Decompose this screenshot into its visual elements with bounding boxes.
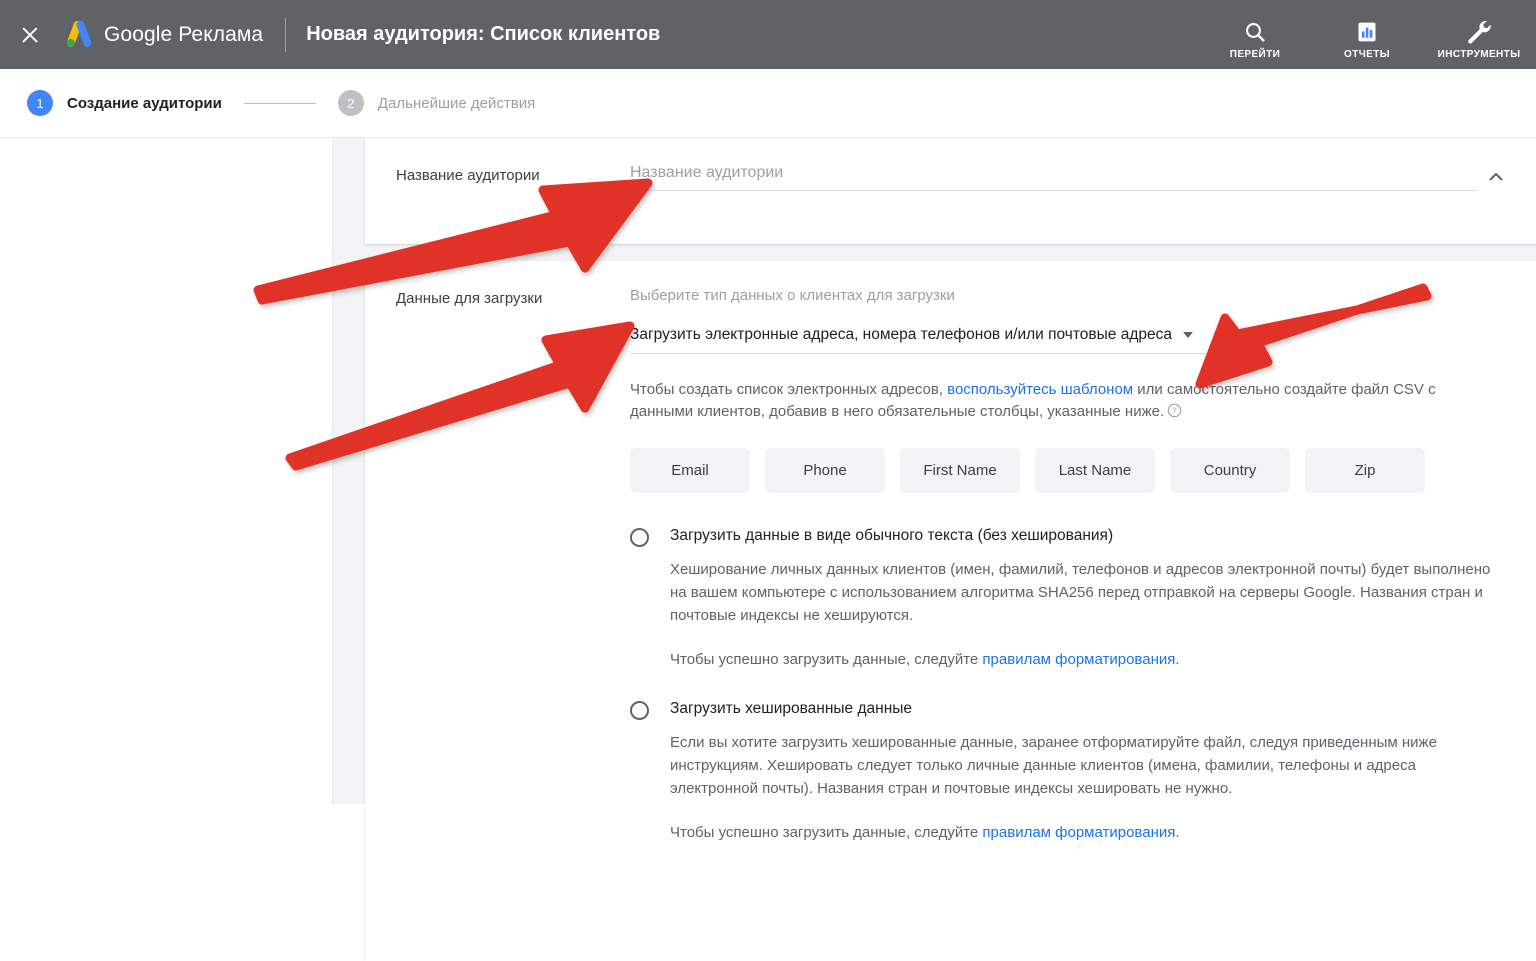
audience-name-input[interactable] <box>630 164 1477 191</box>
topbar-action-tools[interactable]: ИНСТРУМЕНТЫ <box>1437 9 1521 60</box>
formatting-rules-link[interactable]: правилам форматирования <box>982 651 1175 668</box>
header-divider <box>285 17 287 52</box>
footer-text-after: . <box>1175 651 1180 668</box>
top-app-bar: Google Реклама Новая аудитория: Список к… <box>0 0 1536 69</box>
close-icon[interactable] <box>18 23 42 47</box>
upload-format-radio-group: Загрузить данные в виде обычного текста … <box>630 527 1496 844</box>
footer-text-after: . <box>1175 824 1180 841</box>
step-number: 1 <box>27 90 53 116</box>
topbar-action-label: ИНСТРУМЕНТЫ <box>1437 49 1521 60</box>
radio-button-unchecked-icon[interactable] <box>630 701 649 720</box>
radio-option-description: Хеширование личных данных клиентов (имен… <box>670 561 1491 624</box>
topbar-action-search[interactable]: ПЕРЕЙТИ <box>1216 9 1294 60</box>
search-icon <box>1243 19 1267 45</box>
topbar-action-label: ПЕРЕЙТИ <box>1229 49 1281 60</box>
radio-option-plain-text: Загрузить данные в виде обычного текста … <box>630 527 1496 671</box>
form-cards: Название аудитории Данные для загрузки В… <box>365 138 1536 961</box>
audience-name-card: Название аудитории <box>365 138 1536 244</box>
radio-option-hashed: Загрузить хешированные данные Если вы хо… <box>630 700 1496 844</box>
brand-label: Google Реклама <box>104 22 264 46</box>
radio-option-footer: Чтобы успешно загрузить данные, следуйте… <box>670 648 1496 671</box>
left-rail <box>0 138 333 804</box>
brand: Google Реклама <box>64 20 264 49</box>
csv-column-chip[interactable]: Zip <box>1305 448 1425 493</box>
csv-column-chip[interactable]: Last Name <box>1035 448 1155 493</box>
topbar-actions: ПЕРЕЙТИ ОТЧЕТЫ ИНСТРУМЕНТЫ <box>1216 9 1536 60</box>
stepper-step-1[interactable]: 1 Создание аудитории <box>27 90 222 116</box>
radio-button-unchecked-icon[interactable] <box>630 528 649 547</box>
reports-bar-chart-icon <box>1355 19 1379 45</box>
data-type-select[interactable]: Загрузить электронные адреса, номера тел… <box>630 326 1255 354</box>
stepper-step-2[interactable]: 2 Дальнейшие действия <box>337 90 536 116</box>
upload-data-label: Данные для загрузки <box>396 290 543 307</box>
upload-data-card: Данные для загрузки Выберите тип данных … <box>365 261 1536 961</box>
stepper-connector <box>243 102 316 104</box>
google-ads-logo-icon <box>66 20 92 47</box>
upload-data-hint: Выберите тип данных о клиентах для загру… <box>630 287 955 304</box>
template-link[interactable]: воспользуйтесь шаблоном <box>947 381 1133 398</box>
wrench-tools-icon <box>1466 19 1492 45</box>
radio-option-description: Если вы хотите загрузить хешированные да… <box>670 734 1437 797</box>
chevron-up-icon[interactable] <box>1486 167 1506 187</box>
radio-option-title: Загрузить хешированные данные <box>670 700 913 717</box>
audience-name-label: Название аудитории <box>396 167 540 184</box>
step-number: 2 <box>337 90 364 116</box>
footer-text-before: Чтобы успешно загрузить данные, следуйте <box>670 651 983 668</box>
wizard-stepper: 1 Создание аудитории 2 Дальнейшие действ… <box>0 69 1536 138</box>
radio-option-hashed-body: Если вы хотите загрузить хешированные да… <box>670 731 1496 844</box>
formatting-rules-link[interactable]: правилам форматирования <box>982 824 1175 841</box>
footer-text-before: Чтобы успешно загрузить данные, следуйте <box>670 824 983 841</box>
csv-column-chip[interactable]: Phone <box>765 448 885 493</box>
csv-column-chips: Email Phone First Name Last Name Country… <box>630 448 1496 493</box>
template-description: Чтобы создать список электронных адресов… <box>630 379 1496 423</box>
help-question-icon[interactable]: ? <box>1167 403 1182 418</box>
caret-down-icon <box>1182 332 1193 338</box>
template-text-before: Чтобы создать список электронных адресов… <box>630 381 948 398</box>
topbar-action-label: ОТЧЕТЫ <box>1344 49 1390 60</box>
svg-text:?: ? <box>1172 407 1177 416</box>
radio-option-plain-text-head[interactable]: Загрузить данные в виде обычного текста … <box>630 527 1496 547</box>
radio-option-hashed-head[interactable]: Загрузить хешированные данные <box>630 700 1496 720</box>
topbar-action-reports[interactable]: ОТЧЕТЫ <box>1328 9 1406 60</box>
csv-column-chip[interactable]: Country <box>1170 448 1290 493</box>
radio-option-footer: Чтобы успешно загрузить данные, следуйте… <box>670 821 1496 844</box>
radio-option-plain-text-body: Хеширование личных данных клиентов (имен… <box>670 558 1496 671</box>
csv-column-chip[interactable]: First Name <box>900 448 1020 493</box>
page-title: Новая аудитория: Список клиентов <box>306 23 661 45</box>
step-label: Дальнейшие действия <box>377 94 536 112</box>
page-content: Название аудитории Данные для загрузки В… <box>0 138 1536 961</box>
step-label: Создание аудитории <box>67 94 222 112</box>
csv-column-chip[interactable]: Email <box>630 448 750 493</box>
radio-option-title: Загрузить данные в виде обычного текста … <box>670 527 1114 544</box>
data-type-select-value: Загрузить электронные адреса, номера тел… <box>630 326 1172 343</box>
